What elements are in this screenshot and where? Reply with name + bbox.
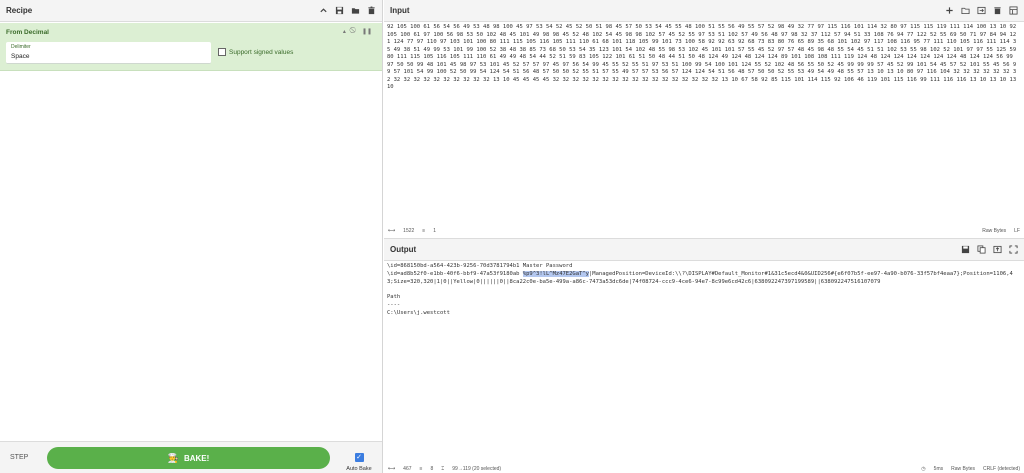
delimiter-label: Delimiter bbox=[11, 44, 31, 50]
output-encoding[interactable]: Raw Bytes bbox=[951, 466, 975, 472]
output-line: C:\Users\j.westcott bbox=[387, 309, 450, 316]
output-selection-icon: ⌶ bbox=[441, 466, 445, 472]
input-title: Input bbox=[390, 6, 410, 15]
clear-input-trash-icon[interactable] bbox=[992, 6, 1002, 16]
bake-button[interactable]: 👨‍🍳 BAKE! bbox=[47, 447, 330, 469]
output-title: Output bbox=[390, 245, 417, 254]
input-lines-icon: ≡ bbox=[422, 228, 426, 234]
collapse-recipe-icon[interactable] bbox=[318, 6, 328, 16]
chevron-up-icon[interactable]: ▴ bbox=[343, 28, 346, 35]
operation-title: From Decimal bbox=[6, 29, 49, 36]
auto-bake-toggle[interactable]: ✓ Auto Bake bbox=[342, 446, 376, 472]
input-textarea[interactable]: 92 105 100 61 56 54 56 49 53 48 98 100 4… bbox=[387, 24, 1019, 199]
bake-time-clock-icon: ◷ bbox=[921, 466, 926, 472]
chef-icon: 👨‍🍳 bbox=[167, 452, 179, 463]
open-file-import-icon[interactable] bbox=[976, 6, 986, 16]
output-selection-info: 99→119 (20 selected) bbox=[452, 466, 502, 472]
copy-output-icon[interactable] bbox=[976, 245, 986, 255]
reset-layout-icon[interactable] bbox=[1008, 6, 1018, 16]
pause-icon[interactable]: ❚❚ bbox=[362, 28, 372, 35]
input-status-bar: ⟷ 1522 ≡ 1 Raw Bytes LF bbox=[384, 226, 1024, 236]
auto-bake-checkbox[interactable]: ✓ bbox=[354, 453, 364, 462]
input-encoding[interactable]: Raw Bytes bbox=[982, 228, 1006, 234]
output-header: Output bbox=[384, 239, 1024, 261]
output-status-bar: ⟷ 467 ≡ 8 ⌶ 99→119 (20 selected) ◷ 5ms R… bbox=[384, 464, 1024, 473]
load-recipe-folder-icon[interactable] bbox=[350, 6, 360, 16]
checkbox-box[interactable] bbox=[218, 48, 226, 56]
clear-recipe-trash-icon[interactable] bbox=[366, 6, 376, 16]
recipe-pane: Recipe From Decimal ▴ ⃠ bbox=[0, 0, 383, 473]
input-length: 1522 bbox=[403, 228, 415, 234]
output-line: \id=868150bd-a564-423b-9256-70d3781794b1… bbox=[387, 263, 573, 269]
output-line-prefix: \id=ad8b52f0-e1bb-40f6-bbf9-47a53f9180ab bbox=[387, 270, 523, 277]
support-signed-values-checkbox[interactable]: Support signed values bbox=[218, 48, 293, 56]
bake-label: BAKE! bbox=[183, 453, 210, 463]
step-button[interactable]: STEP bbox=[10, 454, 28, 461]
output-eol[interactable]: CRLF (detected) bbox=[983, 466, 1020, 472]
output-selection: %p9^3!lL^Mz47E2GaT^y bbox=[522, 270, 589, 277]
output-lines: 8 bbox=[430, 466, 434, 472]
delimiter-select[interactable]: Delimiter Space bbox=[6, 42, 211, 64]
open-folder-icon[interactable] bbox=[960, 6, 970, 16]
recipe-title: Recipe bbox=[6, 6, 33, 15]
output-length: 467 bbox=[403, 466, 412, 472]
cyberchef-app: Recipe From Decimal ▴ ⃠ bbox=[0, 0, 1024, 473]
output-pane: Output \id=868150bd-a564-423b-9256-70d37… bbox=[384, 238, 1024, 473]
maximize-icon[interactable] bbox=[1008, 245, 1018, 255]
output-line: ---- bbox=[387, 301, 401, 308]
replace-input-icon[interactable] bbox=[992, 245, 1002, 255]
output-bake-time: 5ms bbox=[933, 466, 944, 472]
support-signed-label: Support signed values bbox=[229, 48, 294, 56]
save-recipe-icon[interactable] bbox=[334, 6, 344, 16]
auto-bake-label: Auto Bake bbox=[346, 466, 372, 472]
delimiter-value: Space bbox=[11, 53, 30, 60]
input-lines: 1 bbox=[433, 228, 436, 234]
output-line: Path bbox=[387, 294, 401, 301]
output-textarea[interactable]: \id=868150bd-a564-423b-9256-70d3781794b1… bbox=[387, 263, 1019, 463]
controls-bar: STEP 👨‍🍳 BAKE! ✓ Auto Bake bbox=[0, 441, 382, 473]
add-tab-plus-icon[interactable] bbox=[944, 6, 954, 16]
output-lines-icon: ≡ bbox=[419, 466, 423, 472]
input-pane: Input 92 105 100 61 56 54 56 49 53 48 98… bbox=[384, 0, 1024, 236]
save-output-icon[interactable] bbox=[960, 245, 970, 255]
input-length-icon: ⟷ bbox=[388, 228, 396, 234]
recipe-header: Recipe bbox=[0, 0, 382, 22]
output-length-icon: ⟷ bbox=[388, 466, 396, 472]
input-header: Input bbox=[384, 0, 1024, 22]
input-eol[interactable]: LF bbox=[1014, 228, 1020, 234]
operation-from-decimal[interactable]: From Decimal ▴ ⃠ ❚❚ Delimiter Space Supp… bbox=[0, 23, 382, 71]
